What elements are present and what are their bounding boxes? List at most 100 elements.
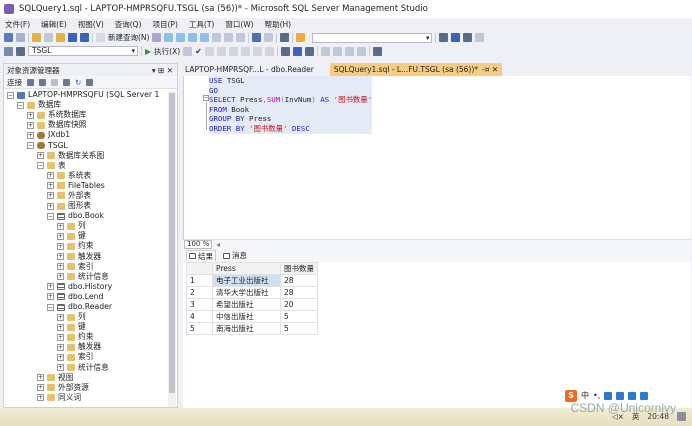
copy-icon[interactable] xyxy=(224,33,234,42)
tree-scrollbar[interactable] xyxy=(168,91,176,407)
toolbox-icon[interactable] xyxy=(463,33,473,42)
tree-node[interactable]: + 约束 xyxy=(4,241,177,251)
tree-node[interactable]: + 同义词 xyxy=(4,393,177,403)
comment-icon[interactable] xyxy=(320,46,330,56)
expand-icon[interactable]: + xyxy=(57,313,64,321)
uncomment-icon[interactable] xyxy=(332,46,342,56)
expand-icon[interactable]: + xyxy=(57,323,64,331)
mdx-query-icon[interactable] xyxy=(164,33,174,42)
activity-monitor-icon[interactable] xyxy=(86,78,94,86)
tree-node[interactable]: + dbo.Lend xyxy=(4,292,177,302)
tree-node[interactable]: + FileTables xyxy=(4,181,177,191)
code-line[interactable]: ORDER BY '图书数量' DESC xyxy=(209,123,373,134)
tab-messages[interactable]: 消息 xyxy=(221,250,249,261)
expand-icon[interactable]: + xyxy=(57,263,64,271)
expand-icon[interactable]: + xyxy=(47,172,54,180)
expand-icon[interactable]: + xyxy=(27,131,34,139)
sogou-icon[interactable]: S xyxy=(565,389,577,402)
expand-icon[interactable]: + xyxy=(27,121,34,129)
execute-button[interactable]: 执行(X) xyxy=(154,46,180,57)
tree-node[interactable]: − TSGL xyxy=(4,140,177,150)
sql-code[interactable]: USE TSGL GO SELECT Press,SUM(InvNum) AS '图… xyxy=(209,76,373,134)
tree-node[interactable]: + JXdb1 xyxy=(4,130,177,140)
expand-icon[interactable]: + xyxy=(57,353,64,361)
connect-button[interactable]: 连接 xyxy=(7,77,22,88)
code-line[interactable]: GROUP BY Press xyxy=(209,114,373,124)
tree-node[interactable]: + 统计信息 xyxy=(4,363,177,373)
xmla-query-icon[interactable] xyxy=(188,33,198,42)
outdent-icon[interactable] xyxy=(344,46,354,56)
expand-icon[interactable]: + xyxy=(47,182,54,190)
collapse-icon[interactable]: − xyxy=(17,101,24,109)
skin-icon[interactable] xyxy=(628,391,637,400)
row-number[interactable]: 1 xyxy=(186,274,213,287)
db-engine-query-icon[interactable] xyxy=(152,33,162,42)
save-all-icon[interactable] xyxy=(80,33,89,42)
menu-query[interactable]: 查询(Q) xyxy=(115,19,142,30)
tree-node[interactable]: + 数据库关系图 xyxy=(4,151,177,161)
zoom-dropdown[interactable]: 100 % xyxy=(184,240,213,249)
table-row[interactable]: 1 电子工业出版社 28 xyxy=(186,274,318,287)
results-to-text-icon[interactable] xyxy=(280,46,290,56)
expand-icon[interactable]: + xyxy=(37,394,44,402)
disconnect-icon[interactable] xyxy=(39,78,46,86)
intellisense-icon[interactable] xyxy=(228,46,238,56)
expand-icon[interactable]: + xyxy=(57,333,64,341)
collapse-icon[interactable]: − xyxy=(7,91,14,99)
table-row[interactable]: 5 南海出版社 5 xyxy=(186,322,318,335)
tree-node[interactable]: + 列 xyxy=(4,221,177,231)
solution-config-icon[interactable] xyxy=(296,33,306,42)
expand-icon[interactable]: + xyxy=(27,111,34,119)
expand-icon[interactable]: + xyxy=(37,374,44,382)
menu-project[interactable]: 项目(P) xyxy=(153,19,178,30)
tree-node[interactable]: + 系统表 xyxy=(4,171,177,181)
tree-node[interactable]: + 索引 xyxy=(4,262,177,272)
menu-edit[interactable]: 编辑(E) xyxy=(41,19,67,30)
dax-query-icon[interactable] xyxy=(200,33,210,42)
tree-node[interactable]: + 外部资源 xyxy=(4,383,177,393)
code-line[interactable]: GO xyxy=(209,85,373,96)
scrollbar-thumb[interactable] xyxy=(169,93,175,393)
stop-icon[interactable] xyxy=(51,78,58,86)
table-cell[interactable]: 南海出版社 xyxy=(212,322,281,335)
expand-icon[interactable]: + xyxy=(57,242,64,250)
add-item-icon[interactable] xyxy=(44,33,53,42)
tree-node[interactable]: + 触发器 xyxy=(4,342,177,352)
table-cell[interactable]: 20 xyxy=(280,298,318,311)
ime-mode[interactable]: 中 xyxy=(581,390,589,401)
tab-dbo-reader[interactable]: LAPTOP-HMPRSQF...L - dbo.Reader xyxy=(181,63,318,76)
menu-help[interactable]: 帮助(H) xyxy=(265,19,292,30)
table-cell[interactable]: 28 xyxy=(280,274,318,287)
new-query-icon[interactable] xyxy=(96,33,105,42)
row-number[interactable]: 2 xyxy=(186,286,213,299)
tree-node[interactable]: + 列 xyxy=(4,312,177,322)
tree-node[interactable]: + 键 xyxy=(4,322,177,332)
tab-results[interactable]: 结果 xyxy=(186,250,216,261)
tree-node[interactable]: + dbo.History xyxy=(4,282,177,292)
row-number[interactable]: 4 xyxy=(186,310,213,323)
indent-icon[interactable] xyxy=(356,46,366,56)
tree-node[interactable]: + 统计信息 xyxy=(4,272,177,282)
save-icon[interactable] xyxy=(68,33,77,42)
cut-icon[interactable] xyxy=(212,33,222,42)
tree-node[interactable]: + 系统数据库 xyxy=(4,110,177,120)
open-file-icon[interactable] xyxy=(56,33,65,42)
display-plan-icon[interactable] xyxy=(204,46,214,56)
cancel-query-icon[interactable] xyxy=(183,46,193,56)
connect-server-icon[interactable] xyxy=(27,78,34,86)
expand-icon[interactable]: + xyxy=(47,202,54,210)
tree-node[interactable]: + 触发器 xyxy=(4,252,177,262)
pin-icon[interactable] xyxy=(4,46,13,56)
collapse-icon[interactable]: − xyxy=(47,303,54,311)
expand-icon[interactable]: + xyxy=(37,384,44,392)
menu-tools[interactable]: 工具(T) xyxy=(189,19,214,30)
table-cell[interactable]: 电子工业出版社 xyxy=(212,274,281,287)
properties-icon[interactable] xyxy=(451,33,461,42)
query-options-icon[interactable] xyxy=(216,46,226,56)
new-query-button[interactable]: 新建查询(N) xyxy=(108,32,149,43)
column-header[interactable]: 图书数量 xyxy=(280,262,318,275)
table-row[interactable]: 2 清华大学出版社 28 xyxy=(186,286,318,299)
expand-icon[interactable]: + xyxy=(57,222,64,230)
window-layout-icon[interactable] xyxy=(475,33,485,42)
parse-check-icon[interactable]: ✔ xyxy=(195,47,202,56)
